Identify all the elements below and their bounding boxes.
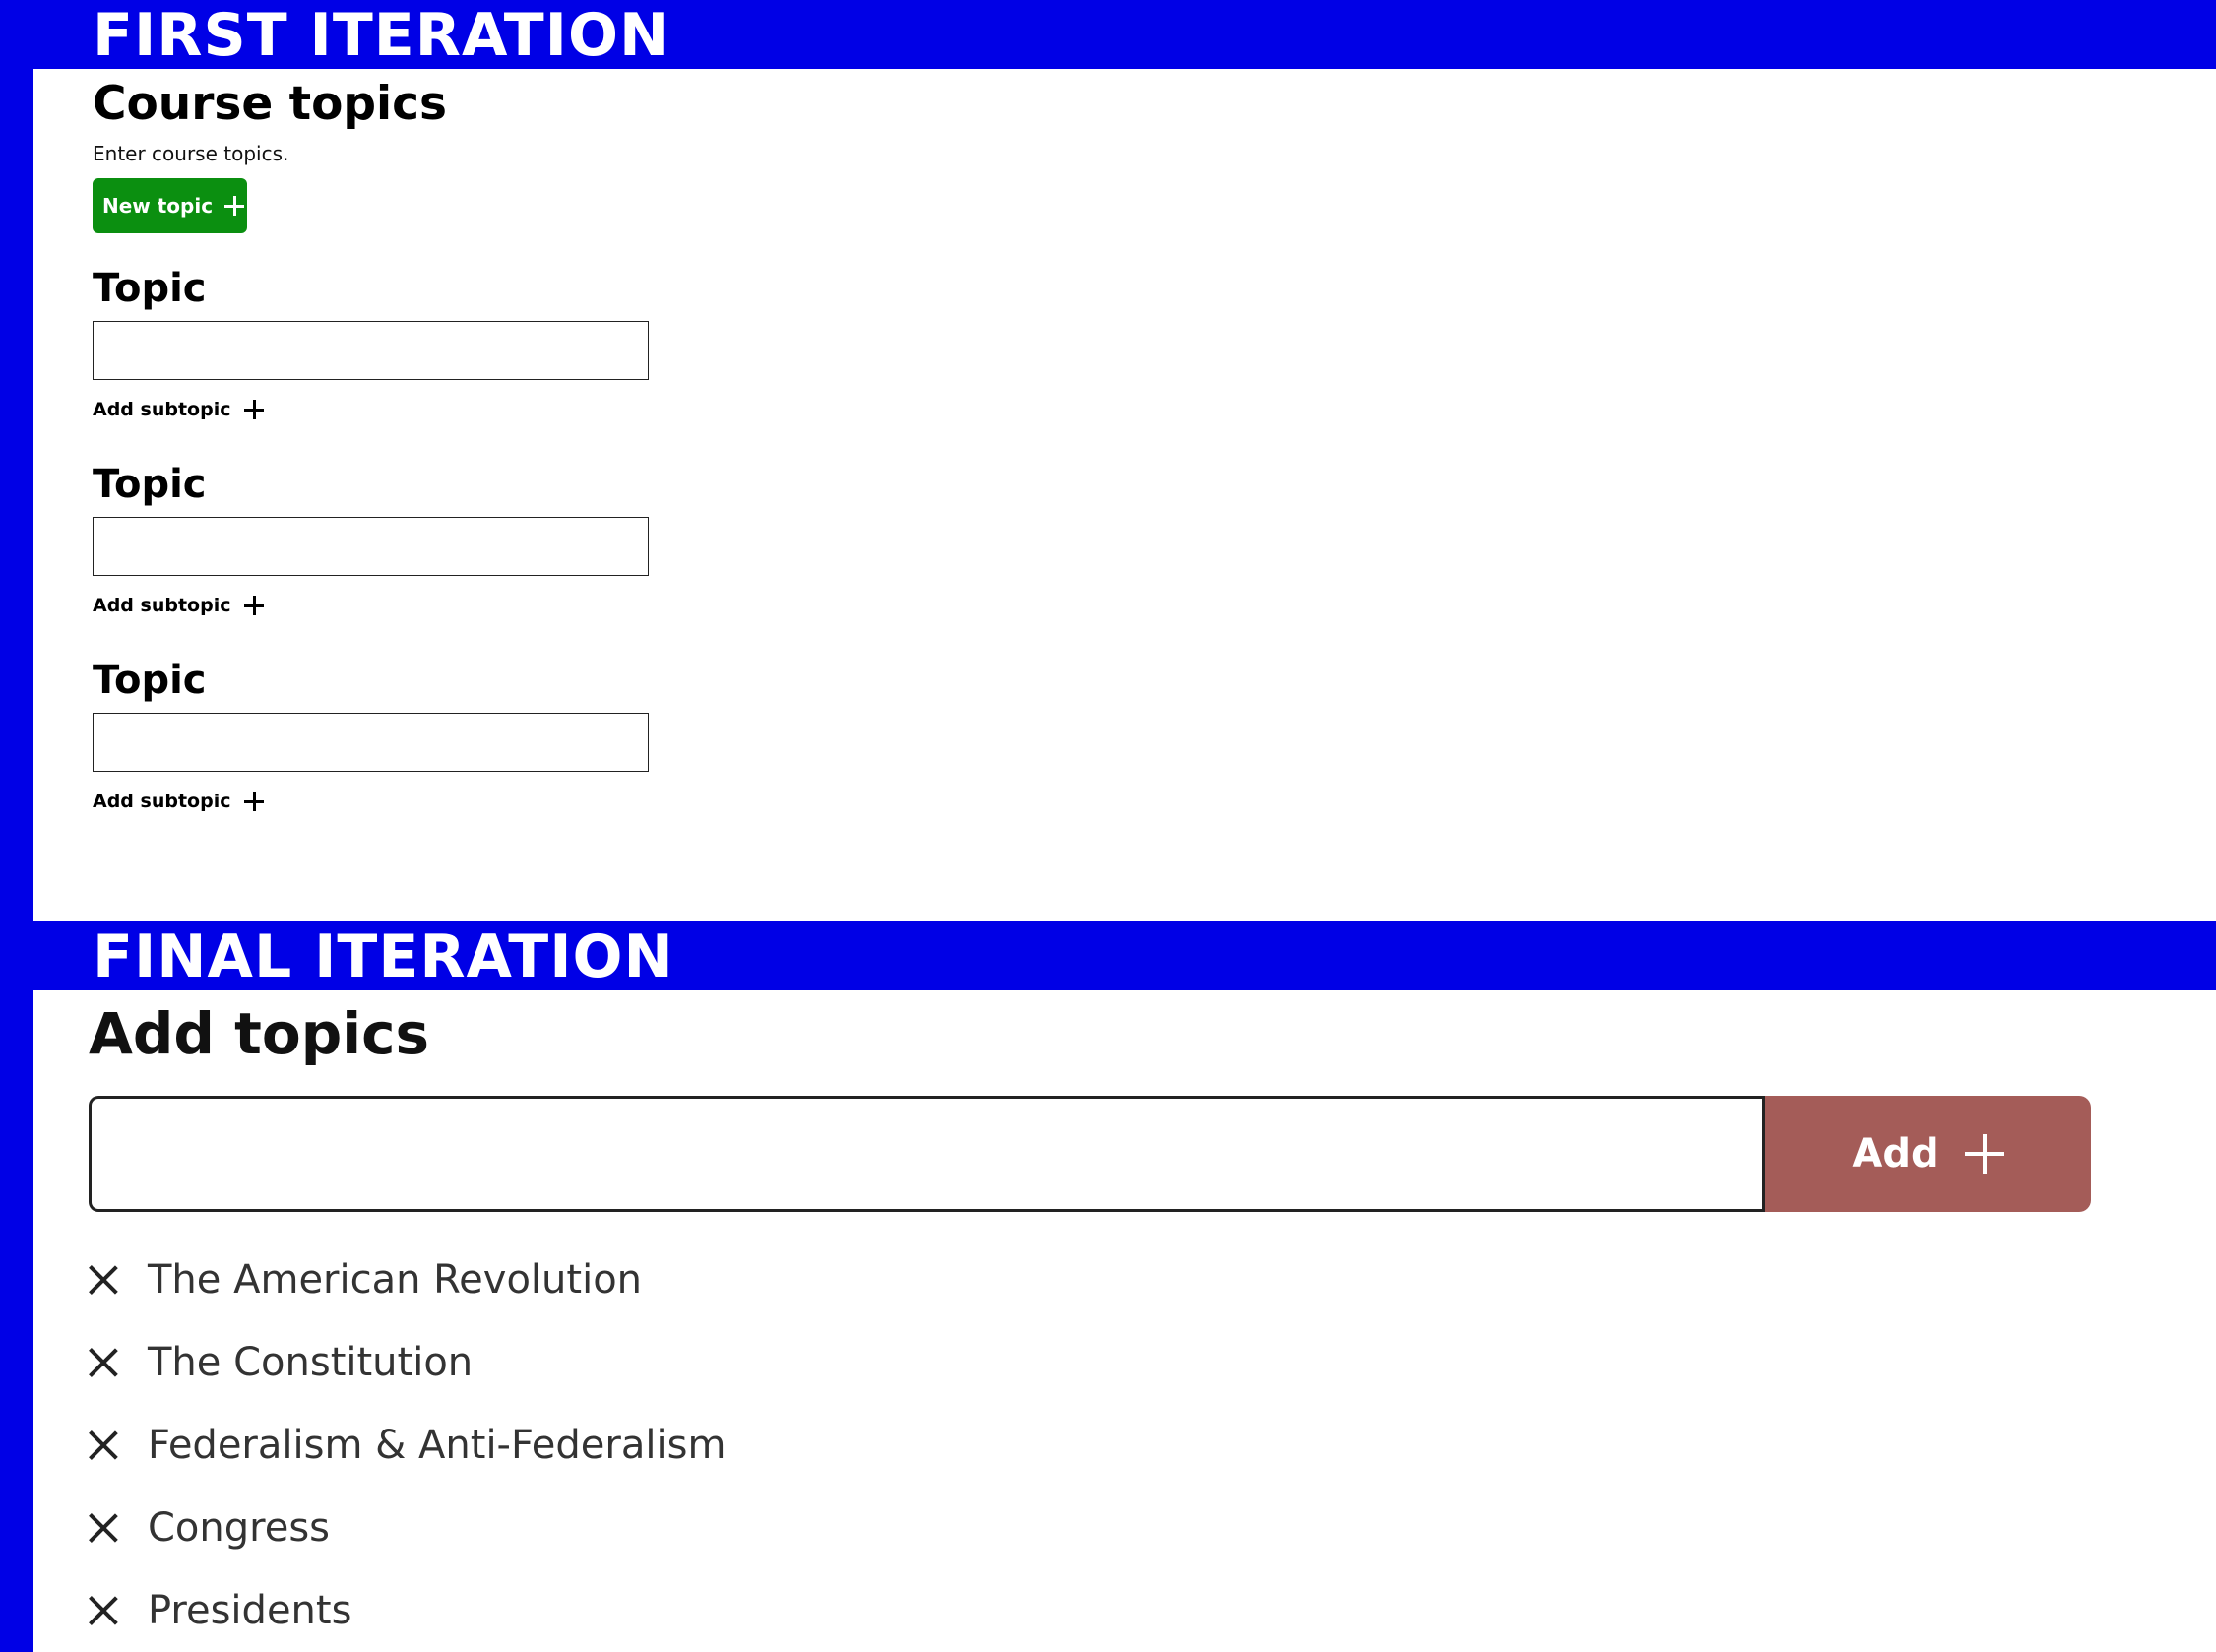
remove-topic-close-icon[interactable] bbox=[89, 1513, 118, 1543]
topic-block: Topic Add subtopic bbox=[93, 266, 683, 453]
add-button[interactable]: Add bbox=[1762, 1096, 2091, 1212]
add-subtopic-label: Add subtopic bbox=[93, 399, 231, 420]
remove-topic-close-icon[interactable] bbox=[89, 1596, 118, 1625]
course-topics-subtitle: Enter course topics. bbox=[93, 142, 289, 165]
first-iteration-panel: Course topics Enter course topics. New t… bbox=[33, 69, 2216, 921]
plus-icon bbox=[1964, 1134, 2004, 1174]
topic-name: The Constitution bbox=[148, 1340, 474, 1385]
add-subtopic-button[interactable]: Add subtopic bbox=[93, 791, 265, 812]
final-iteration-banner: FINAL ITERATION bbox=[0, 921, 2216, 991]
remove-topic-close-icon[interactable] bbox=[89, 1265, 118, 1295]
add-topics-title: Add topics bbox=[89, 1000, 429, 1067]
add-subtopic-label: Add subtopic bbox=[93, 791, 231, 812]
topic-input[interactable] bbox=[93, 517, 649, 576]
plus-icon bbox=[244, 400, 265, 419]
topic-list: The American Revolution The Constitution… bbox=[89, 1239, 726, 1652]
plus-icon bbox=[244, 596, 265, 615]
list-item: Congress bbox=[89, 1487, 726, 1569]
topic-name: Federalism & Anti-Federalism bbox=[148, 1423, 727, 1468]
topic-name: Congress bbox=[148, 1505, 330, 1551]
topic-block: Topic Add subtopic bbox=[93, 658, 683, 845]
remove-topic-close-icon[interactable] bbox=[89, 1348, 118, 1377]
list-item: The Constitution bbox=[89, 1321, 726, 1404]
remove-topic-close-icon[interactable] bbox=[89, 1430, 118, 1460]
list-item: Presidents bbox=[89, 1569, 726, 1652]
topic-label: Topic bbox=[93, 266, 207, 311]
topic-label: Topic bbox=[93, 658, 207, 703]
add-subtopic-button[interactable]: Add subtopic bbox=[93, 399, 265, 420]
topic-name: Presidents bbox=[148, 1588, 352, 1633]
comparison-page: FIRST ITERATION Course topics Enter cour… bbox=[0, 0, 2216, 1652]
new-topic-button[interactable]: New topic bbox=[93, 178, 247, 233]
list-item: Federalism & Anti-Federalism bbox=[89, 1404, 726, 1487]
new-topic-button-label: New topic bbox=[102, 194, 214, 218]
topic-input[interactable] bbox=[93, 321, 649, 380]
add-topic-row: Add bbox=[89, 1096, 2091, 1212]
topic-name: The American Revolution bbox=[148, 1257, 643, 1303]
plus-icon bbox=[244, 792, 265, 811]
topic-block: Topic Add subtopic bbox=[93, 462, 683, 649]
list-item: The American Revolution bbox=[89, 1239, 726, 1321]
first-iteration-banner-title: FIRST ITERATION bbox=[93, 1, 670, 70]
final-iteration-banner-title: FINAL ITERATION bbox=[93, 922, 674, 991]
plus-icon bbox=[224, 196, 245, 216]
add-button-label: Add bbox=[1852, 1131, 1939, 1176]
topic-input[interactable] bbox=[93, 713, 649, 772]
course-topics-title: Course topics bbox=[93, 77, 447, 131]
final-iteration-panel: Add topics Add The American Revolution T… bbox=[33, 990, 2216, 1652]
topic-label: Topic bbox=[93, 462, 207, 507]
add-topic-input[interactable] bbox=[89, 1096, 1762, 1212]
add-subtopic-button[interactable]: Add subtopic bbox=[93, 595, 265, 616]
add-subtopic-label: Add subtopic bbox=[93, 595, 231, 616]
first-iteration-banner: FIRST ITERATION bbox=[0, 0, 2216, 70]
